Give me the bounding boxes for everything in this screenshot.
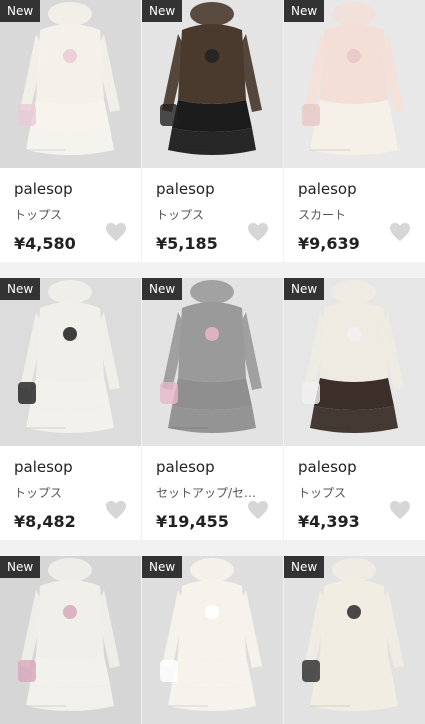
heart-outline-icon[interactable] [105, 500, 127, 520]
product-photo[interactable] [284, 278, 425, 446]
product-photo-art [0, 556, 141, 724]
new-badge: New [142, 556, 183, 578]
product-card[interactable]: New [0, 556, 141, 724]
heart-outline-icon[interactable] [105, 222, 127, 242]
product-photo[interactable] [0, 556, 141, 724]
brand-name[interactable]: palesop [14, 455, 138, 479]
product-card[interactable]: New palesop トップス ¥4,393 [284, 278, 425, 540]
new-badge: New [284, 0, 325, 22]
brand-name[interactable]: palesop [298, 455, 422, 479]
product-card[interactable]: New [142, 556, 283, 724]
heart-outline-icon[interactable] [247, 222, 269, 242]
product-card[interactable]: New palesop トップス ¥5,185 [142, 0, 283, 262]
product-card[interactable]: New [284, 556, 425, 724]
heart-outline-icon[interactable] [389, 222, 411, 242]
new-badge: New [0, 278, 41, 300]
brand-name[interactable]: palesop [156, 455, 280, 479]
product-info: palesop スカート ¥9,639 [298, 176, 422, 257]
product-photo[interactable] [0, 0, 141, 168]
product-photo-art [0, 278, 141, 446]
product-photo[interactable] [0, 278, 141, 446]
product-photo-art [142, 278, 283, 446]
new-badge: New [0, 556, 41, 578]
product-info: palesop トップス ¥4,580 [14, 176, 138, 257]
product-info: palesop トップス ¥8,482 [14, 454, 138, 535]
new-badge: New [284, 278, 325, 300]
brand-name[interactable]: palesop [156, 177, 280, 201]
new-badge: New [142, 0, 183, 22]
product-photo-art [284, 278, 425, 446]
product-photo[interactable] [284, 556, 425, 724]
product-photo-art [284, 0, 425, 168]
product-card[interactable]: New palesop トップス ¥4,580 [0, 0, 141, 262]
product-photo[interactable] [142, 0, 283, 168]
product-photo[interactable] [142, 278, 283, 446]
new-badge: New [284, 556, 325, 578]
product-info: palesop トップス ¥4,393 [298, 454, 422, 535]
new-badge: New [142, 278, 183, 300]
brand-name[interactable]: palesop [14, 177, 138, 201]
product-grid: New palesop トップス ¥4,580 New palesop トップス… [0, 0, 425, 724]
product-card[interactable]: New palesop スカート ¥9,639 [284, 0, 425, 262]
product-photo-art [142, 0, 283, 168]
new-badge: New [0, 0, 41, 22]
product-photo[interactable] [284, 0, 425, 168]
product-card[interactable]: New palesop トップス ¥8,482 [0, 278, 141, 540]
heart-outline-icon[interactable] [247, 500, 269, 520]
product-photo-art [0, 0, 141, 168]
product-info: palesop セットアップ/セットアイテム ¥19,455 [156, 454, 280, 535]
brand-name[interactable]: palesop [298, 177, 422, 201]
product-photo-art [284, 556, 425, 724]
heart-outline-icon[interactable] [389, 500, 411, 520]
product-photo[interactable] [142, 556, 283, 724]
product-info: palesop トップス ¥5,185 [156, 176, 280, 257]
product-photo-art [142, 556, 283, 724]
product-card[interactable]: New palesop セットアップ/セットアイテム ¥19,455 [142, 278, 283, 540]
